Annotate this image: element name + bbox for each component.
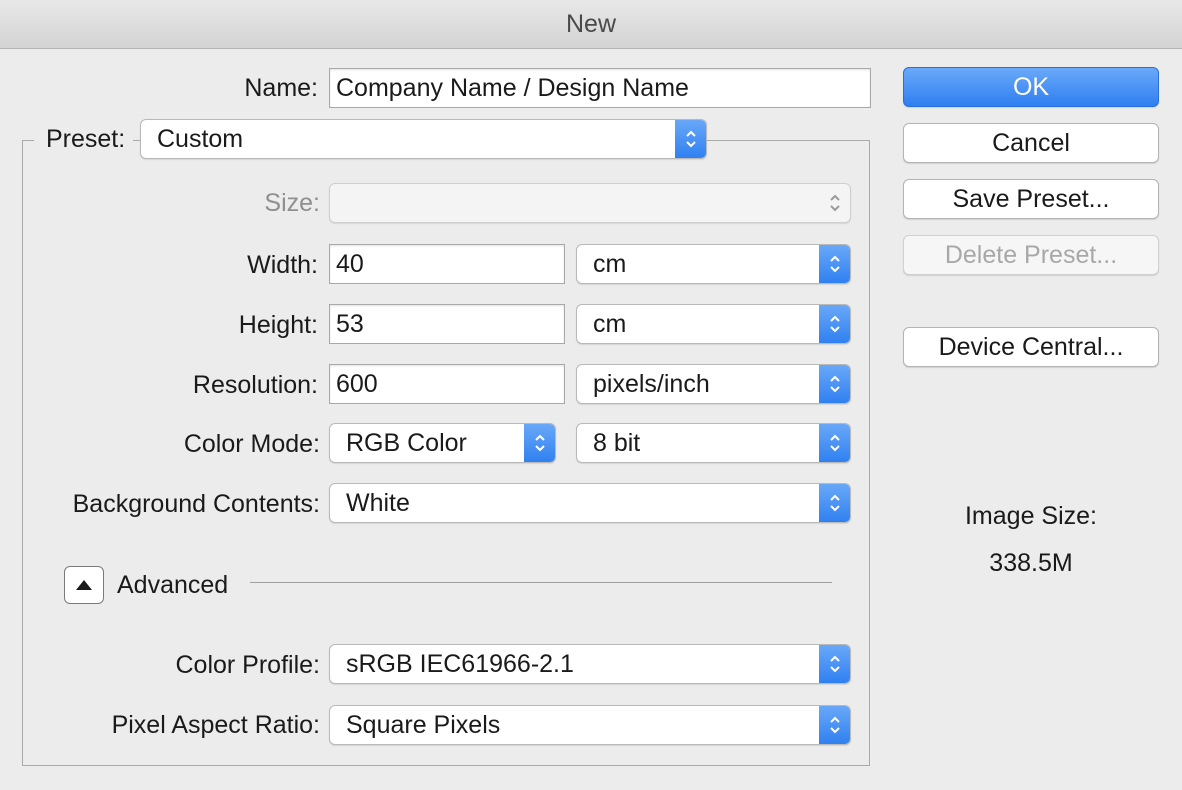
preset-box-gap: [707, 139, 715, 140]
color-mode-value: RGB Color: [346, 429, 467, 457]
pixel-aspect-ratio-popup[interactable]: Square Pixels: [329, 705, 851, 745]
save-preset-button[interactable]: Save Preset...: [903, 179, 1159, 219]
cancel-button[interactable]: Cancel: [903, 123, 1159, 163]
height-input[interactable]: 53: [329, 304, 565, 344]
preset-label: Preset:: [34, 125, 134, 154]
up-down-chevron-icon: [819, 706, 850, 744]
triangle-up-icon: [76, 580, 92, 590]
up-down-chevron-icon: [819, 484, 850, 522]
up-down-chevron-icon: [819, 245, 850, 283]
width-label: Width:: [247, 251, 318, 279]
color-mode-label: Color Mode:: [183, 430, 320, 458]
advanced-label: Advanced: [117, 571, 229, 599]
window-titlebar[interactable]: New: [0, 0, 1182, 49]
window-title: New: [565, 9, 616, 38]
resolution-unit-popup[interactable]: pixels/inch: [576, 364, 851, 404]
pixel-aspect-ratio-value: Square Pixels: [346, 711, 501, 739]
advanced-disclosure-button[interactable]: [64, 566, 104, 604]
ok-button[interactable]: OK: [903, 67, 1159, 107]
name-label: Name:: [244, 74, 318, 102]
size-label: Size:: [264, 189, 320, 217]
bit-depth-popup[interactable]: 8 bit: [576, 423, 851, 463]
up-down-chevron-icon: [819, 305, 850, 343]
color-profile-popup[interactable]: sRGB IEC61966-2.1: [329, 644, 851, 684]
color-mode-popup[interactable]: RGB Color: [329, 423, 556, 463]
advanced-divider: [250, 582, 832, 583]
color-profile-value: sRGB IEC61966-2.1: [346, 650, 574, 678]
up-down-chevron-icon: [675, 120, 706, 158]
width-unit-popup[interactable]: cm: [576, 244, 851, 284]
width-input[interactable]: 40: [329, 244, 565, 284]
image-size-label: Image Size:: [964, 502, 1097, 530]
up-down-chevron-icon: [524, 424, 555, 462]
bit-depth-value: 8 bit: [593, 429, 641, 457]
height-label: Height:: [238, 311, 318, 339]
up-down-chevron-icon: [819, 424, 850, 462]
resolution-input[interactable]: 600: [329, 364, 565, 404]
height-unit-value: cm: [593, 310, 627, 338]
width-unit-value: cm: [593, 250, 627, 278]
resolution-unit-value: pixels/inch: [593, 370, 710, 398]
delete-preset-button[interactable]: Delete Preset...: [903, 235, 1159, 275]
preset-popup[interactable]: Custom: [140, 119, 707, 159]
height-unit-popup[interactable]: cm: [576, 304, 851, 344]
up-down-chevron-icon: [819, 184, 850, 222]
background-contents-popup[interactable]: White: [329, 483, 851, 523]
background-contents-label: Background Contents:: [72, 490, 320, 518]
background-contents-value: White: [346, 489, 410, 517]
device-central-button[interactable]: Device Central...: [903, 327, 1159, 367]
preset-value: Custom: [157, 125, 244, 153]
resolution-label: Resolution:: [192, 371, 318, 399]
name-input[interactable]: Company Name / Design Name: [329, 68, 871, 108]
size-popup[interactable]: [329, 183, 851, 223]
image-size-value: 338.5M: [989, 549, 1073, 577]
color-profile-label: Color Profile:: [175, 651, 321, 679]
up-down-chevron-icon: [819, 365, 850, 403]
pixel-aspect-ratio-label: Pixel Aspect Ratio:: [111, 711, 320, 739]
up-down-chevron-icon: [819, 645, 850, 683]
